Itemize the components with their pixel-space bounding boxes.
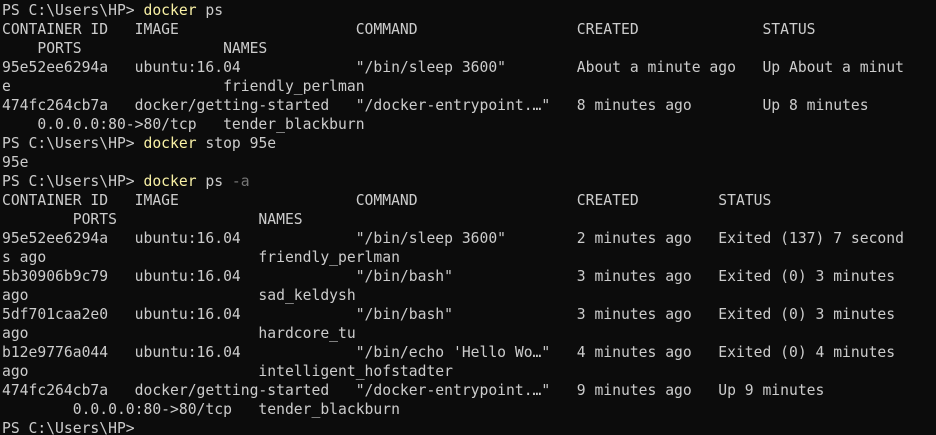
output-line: s ago friendly_perlman	[2, 249, 400, 266]
prompt-line: PS C:\Users\HP> docker stop 95e	[2, 134, 936, 153]
prompt-line[interactable]: PS C:\Users\HP>	[2, 419, 936, 435]
output-line: CONTAINER ID IMAGE COMMAND CREATED STATU…	[2, 21, 816, 38]
command-name: docker	[143, 135, 197, 152]
output-line: b12e9776a044 ubuntu:16.04 "/bin/echo 'He…	[2, 344, 896, 361]
output-line: 95e52ee6294a ubuntu:16.04 "/bin/sleep 36…	[2, 230, 904, 247]
output-line: 5b30906b9c79 ubuntu:16.04 "/bin/bash" 3 …	[2, 268, 896, 285]
prompt-text: PS C:\Users\HP>	[2, 173, 144, 190]
command-args: ps	[196, 2, 224, 19]
output-line: PORTS NAMES	[2, 40, 268, 57]
prompt-line: PS C:\Users\HP> docker ps	[2, 1, 936, 20]
prompt-text: PS C:\Users\HP>	[2, 420, 135, 435]
command-name: docker	[143, 173, 197, 190]
output-line: e friendly_perlman	[2, 78, 365, 95]
command-args: ps	[196, 173, 232, 190]
output-line: 474fc264cb7a docker/getting-started "/do…	[2, 97, 869, 114]
command-name: docker	[143, 2, 197, 19]
prompt-text: PS C:\Users\HP>	[2, 135, 144, 152]
terminal-window[interactable]: PS C:\Users\HP> docker ps CONTAINER ID I…	[0, 0, 936, 435]
command-flag: -a	[231, 173, 250, 190]
output-line: ago intelligent_hofstadter	[2, 363, 453, 380]
output-line: 474fc264cb7a docker/getting-started "/do…	[2, 382, 825, 399]
output-line: PORTS NAMES	[2, 211, 303, 228]
output-line: 95e52ee6294a ubuntu:16.04 "/bin/sleep 36…	[2, 59, 904, 76]
output-line: 5df701caa2e0 ubuntu:16.04 "/bin/bash" 3 …	[2, 306, 896, 323]
output-line: CONTAINER ID IMAGE COMMAND CREATED STATU…	[2, 192, 772, 209]
command-args: stop 95e	[196, 135, 277, 152]
output-line: ago hardcore_tu	[2, 325, 356, 342]
output-line: ago sad_keldysh	[2, 287, 356, 304]
prompt-line: PS C:\Users\HP> docker ps -a	[2, 172, 936, 191]
output-line: 0.0.0.0:80->80/tcp tender_blackburn	[2, 401, 400, 418]
output-line: 95e	[2, 154, 29, 171]
output-line: 0.0.0.0:80->80/tcp tender_blackburn	[2, 116, 365, 133]
prompt-text: PS C:\Users\HP>	[2, 2, 144, 19]
